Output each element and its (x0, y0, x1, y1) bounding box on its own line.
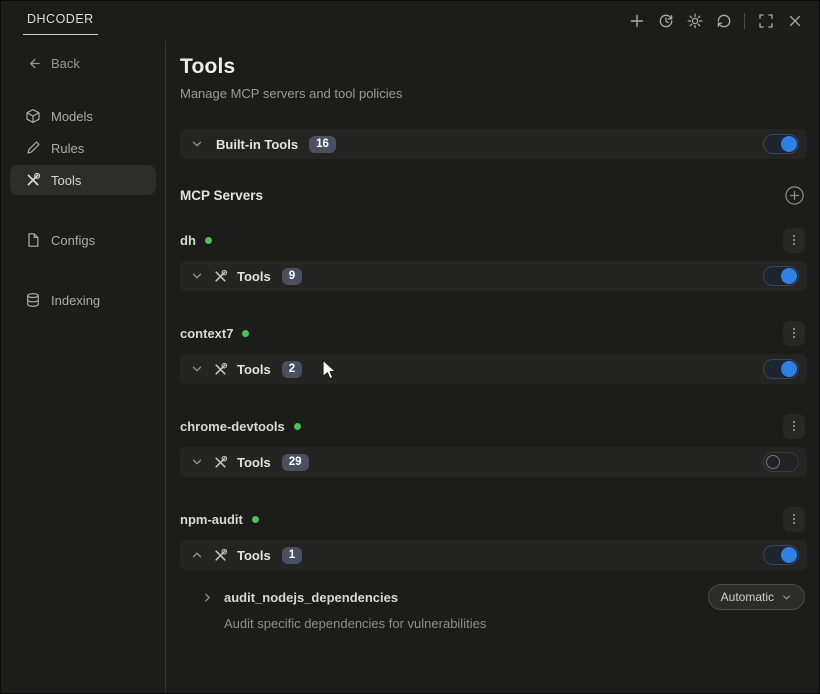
tool-row-audit-nodejs-dependencies[interactable]: audit_nodejs_dependencies Automatic (180, 583, 805, 611)
sidebar-item-rules[interactable]: Rules (10, 133, 156, 163)
server-row-chrome-devtools: chrome-devtools (180, 412, 805, 440)
page-subtitle: Manage MCP servers and tool policies (180, 86, 807, 101)
builtin-tools-count-badge: 16 (309, 136, 336, 153)
mcp-servers-title: MCP Servers (180, 188, 263, 203)
close-icon[interactable] (786, 12, 803, 29)
tools-panel: Tools Manage MCP servers and tool polici… (166, 41, 819, 693)
tools-count-badge: 2 (282, 361, 302, 378)
tools-count-badge: 1 (282, 547, 302, 564)
status-dot-online (205, 237, 212, 244)
server-menu-button[interactable] (783, 228, 805, 253)
sidebar-item-tools[interactable]: Tools (10, 165, 156, 195)
tools-row-label: Tools (237, 455, 271, 470)
add-server-button[interactable] (784, 185, 805, 206)
refresh-icon[interactable] (715, 12, 732, 29)
sidebar-item-label: Configs (51, 233, 95, 248)
tools-icon (213, 362, 228, 377)
tools-row-label: Tools (237, 362, 271, 377)
pencil-icon (25, 140, 41, 156)
database-icon (25, 292, 41, 308)
tools-icon (25, 172, 41, 188)
back-label: Back (51, 56, 80, 71)
sidebar-item-label: Tools (51, 173, 81, 188)
server-menu-button[interactable] (783, 414, 805, 439)
chevron-down-icon (190, 455, 204, 469)
sidebar-item-label: Rules (51, 141, 84, 156)
server-tools-row-context7[interactable]: Tools 2 (180, 354, 807, 384)
server-tools-row-npm-audit[interactable]: Tools 1 (180, 540, 807, 570)
sidebar-item-label: Indexing (51, 293, 100, 308)
arrow-left-icon (26, 56, 41, 71)
tool-policy-value: Automatic (721, 590, 774, 604)
server-menu-button[interactable] (783, 321, 805, 346)
builtin-tools-toggle[interactable] (763, 134, 799, 154)
server-row-context7: context7 (180, 319, 805, 347)
chevron-down-icon (781, 592, 792, 603)
chevron-right-icon (201, 591, 214, 604)
tools-row-label: Tools (237, 269, 271, 284)
tools-icon (213, 548, 228, 563)
chevron-down-icon (190, 362, 204, 376)
sidebar-item-indexing[interactable]: Indexing (10, 285, 156, 315)
app-window: DHCODER (0, 0, 820, 694)
plus-icon[interactable] (628, 12, 645, 29)
expand-icon[interactable] (757, 12, 774, 29)
tools-icon (213, 269, 228, 284)
server-tools-toggle[interactable] (763, 266, 799, 286)
tool-name: audit_nodejs_dependencies (224, 590, 398, 605)
mcp-servers-header: MCP Servers (180, 185, 805, 206)
chevron-down-icon (190, 269, 204, 283)
history-icon[interactable] (657, 12, 674, 29)
gear-icon[interactable] (686, 12, 703, 29)
titlebar-actions (628, 12, 803, 29)
tools-count-badge: 9 (282, 268, 302, 285)
titlebar-divider (744, 13, 745, 29)
chevron-up-icon (190, 548, 204, 562)
server-name: npm-audit (180, 512, 243, 527)
sidebar-item-models[interactable]: Models (10, 101, 156, 131)
server-name: context7 (180, 326, 233, 341)
tools-count-badge: 29 (282, 454, 309, 471)
tools-icon (213, 455, 228, 470)
server-menu-button[interactable] (783, 507, 805, 532)
status-dot-online (242, 330, 249, 337)
chevron-down-icon (190, 137, 204, 151)
sidebar-item-configs[interactable]: Configs (10, 225, 156, 255)
server-tools-toggle[interactable] (763, 359, 799, 379)
server-row-npm-audit: npm-audit (180, 505, 805, 533)
tool-description: Audit specific dependencies for vulnerab… (180, 616, 807, 631)
sidebar-item-label: Models (51, 109, 93, 124)
server-name: dh (180, 233, 196, 248)
server-name: chrome-devtools (180, 419, 285, 434)
back-button[interactable]: Back (1, 53, 165, 73)
builtin-tools-label: Built-in Tools (216, 137, 298, 152)
builtin-tools-row[interactable]: Built-in Tools 16 (180, 129, 807, 159)
tool-policy-dropdown[interactable]: Automatic (708, 584, 805, 610)
server-row-dh: dh (180, 226, 805, 254)
page-title: Tools (180, 55, 807, 79)
titlebar: DHCODER (1, 1, 819, 41)
cube-icon (25, 108, 41, 124)
file-icon (25, 232, 41, 248)
server-tools-row-dh[interactable]: Tools 9 (180, 261, 807, 291)
tools-row-label: Tools (237, 548, 271, 563)
server-tools-toggle[interactable] (763, 545, 799, 565)
sidebar: Back Models Rules Tools (1, 41, 166, 693)
status-dot-online (252, 516, 259, 523)
server-tools-toggle[interactable] (763, 452, 799, 472)
server-tools-row-chrome-devtools[interactable]: Tools 29 (180, 447, 807, 477)
status-dot-online (294, 423, 301, 430)
app-title-tab[interactable]: DHCODER (23, 12, 98, 35)
